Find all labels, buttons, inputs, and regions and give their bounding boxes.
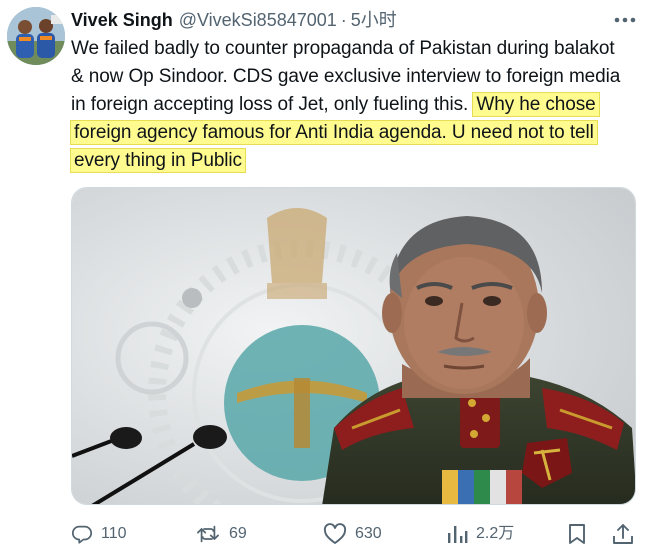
- tweet-text: We failed badly to counter propaganda of…: [70, 35, 631, 175]
- separator: ·: [340, 10, 347, 30]
- avatar[interactable]: [7, 7, 65, 65]
- heart-icon: [323, 523, 347, 544]
- views-bar-chart-icon: [448, 526, 468, 543]
- tweet-card[interactable]: Vivek Singh @VivekSi85847001 · 5小时 We fa…: [0, 0, 652, 558]
- like-count: 630: [355, 525, 382, 542]
- user-handle[interactable]: @VivekSi85847001: [179, 6, 337, 34]
- retweet-button[interactable]: 69: [195, 518, 247, 550]
- reply-button[interactable]: 110: [71, 518, 127, 550]
- bookmark-icon: [569, 524, 585, 544]
- reply-icon: [71, 525, 93, 544]
- more-options-button[interactable]: [610, 8, 640, 32]
- display-name[interactable]: Vivek Singh: [71, 6, 173, 34]
- retweet-count: 69: [229, 525, 247, 542]
- tweet-header: Vivek Singh @VivekSi85847001 · 5小时: [71, 6, 397, 34]
- timestamp[interactable]: 5小时: [351, 6, 397, 34]
- retweet-icon: [197, 525, 219, 543]
- tweet-photo[interactable]: [71, 187, 636, 505]
- share-button[interactable]: [612, 518, 642, 550]
- more-dots-icon: [614, 17, 636, 23]
- reply-count: 110: [101, 525, 127, 542]
- like-button[interactable]: 630: [323, 518, 382, 550]
- share-icon: [613, 524, 633, 544]
- views-count: 2.2万: [476, 525, 515, 542]
- bookmark-button[interactable]: [567, 518, 595, 550]
- views-button[interactable]: 2.2万: [446, 518, 514, 550]
- action-bar: 110 69 630 2.2万: [71, 518, 639, 550]
